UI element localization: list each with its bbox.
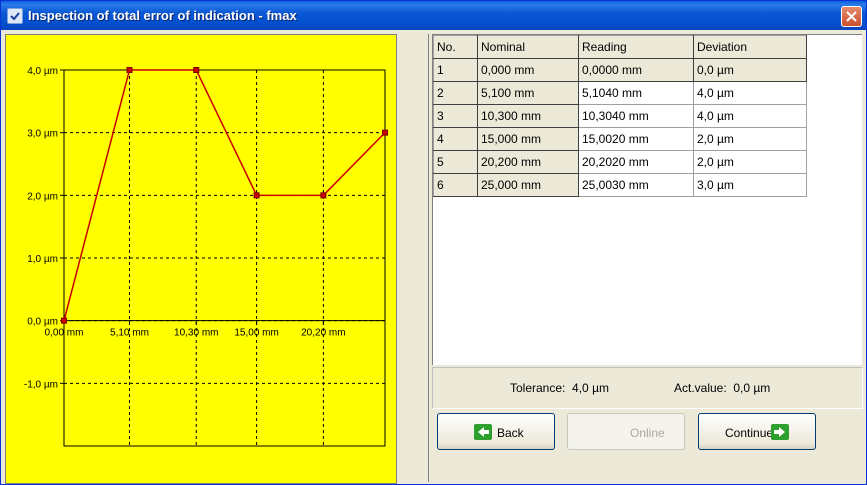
info-panel: Tolerance: 4,0 µm Act.value: 0,0 µm [432,367,863,409]
act-value-text: Act.value: 0,0 µm [674,381,770,395]
green-left-arrow-icon [474,424,492,440]
data-point [253,192,260,199]
back-button[interactable]: Back [437,413,555,450]
table-row[interactable]: 1 0,000 mm 0,0000 mm 0,0 µm [433,58,807,82]
header-no[interactable]: No. [433,35,478,59]
online-label: Online [630,426,665,440]
cell-no: 3 [433,104,478,128]
data-point [193,67,200,73]
x-tick-label: 15,00 mm [234,328,278,339]
online-button: Online [567,413,685,450]
green-right-arrow-icon [771,424,789,440]
title-bar[interactable]: Inspection of total error of indication … [1,1,866,30]
y-tick-label: 0,0 µm [27,317,58,328]
data-point [320,192,327,199]
cell-no: 2 [433,81,478,105]
close-button[interactable] [841,6,862,27]
table-row[interactable]: 3 10,300 mm 10,3040 mm 4,0 µm [433,104,807,128]
cell-no: 5 [433,150,478,174]
x-tick-label: 0,00 mm [45,328,84,339]
cell-reading[interactable]: 10,3040 mm [578,104,694,128]
x-tick-label: 20,20 mm [301,328,345,339]
header-nominal[interactable]: Nominal [477,35,579,59]
continue-label: Continue [725,426,774,440]
y-tick-label: 4,0 µm [27,66,58,77]
continue-button[interactable]: Continue [698,413,816,450]
cell-deviation[interactable]: 2,0 µm [693,127,807,151]
splitter[interactable] [397,34,427,482]
act-value: 0,0 µm [733,381,771,395]
cell-deviation[interactable]: 4,0 µm [693,104,807,128]
measurement-grid[interactable]: No. Nominal Reading Deviation 1 0,000 mm… [432,34,862,365]
cell-no: 1 [433,58,478,82]
y-tick-label: 3,0 µm [27,129,58,140]
table-row[interactable]: 6 25,000 mm 25,0030 mm 3,0 µm [433,173,807,197]
cell-reading[interactable]: 25,0030 mm [578,173,694,197]
cell-no: 4 [433,127,478,151]
y-tick-label: -1,0 µm [24,379,58,390]
cell-reading[interactable]: 20,2020 mm [578,150,694,174]
tolerance-value: 4,0 µm [572,381,609,395]
back-label: Back [497,426,524,440]
cell-reading[interactable]: 15,0020 mm [578,127,694,151]
cell-nominal: 5,100 mm [477,81,579,105]
cell-deviation: 0,0 µm [693,58,807,82]
data-point [126,67,133,73]
table-header-row: No. Nominal Reading Deviation [433,35,807,59]
cell-reading: 0,0000 mm [578,58,694,82]
cell-nominal: 0,000 mm [477,58,579,82]
app-icon [7,8,23,24]
window-title: Inspection of total error of indication … [28,8,297,23]
x-tick-label: 5,10 mm [110,328,149,339]
cell-deviation[interactable]: 3,0 µm [693,173,807,197]
header-reading[interactable]: Reading [578,35,694,59]
data-point [382,129,388,136]
deviation-chart: 4,0 µm 3,0 µm 2,0 µm 1,0 µm 0,0 µm -1,0 µm 0,0… [24,66,388,447]
cell-nominal: 20,200 mm [477,150,579,174]
table-row[interactable]: 5 20,200 mm 20,2020 mm 2,0 µm [433,150,807,174]
chart-panel: 4,0 µm 3,0 µm 2,0 µm 1,0 µm 0,0 µm -1,0 µm 0,0… [5,34,397,484]
cell-deviation[interactable]: 2,0 µm [693,150,807,174]
table-row[interactable]: 4 15,000 mm 15,0020 mm 2,0 µm [433,127,807,151]
cell-no: 6 [433,173,478,197]
tolerance-text: Tolerance: 4,0 µm [510,381,609,395]
x-tick-label: 10,30 mm [174,328,218,339]
cell-nominal: 10,300 mm [477,104,579,128]
results-table: No. Nominal Reading Deviation 1 0,000 mm… [433,35,807,197]
cell-reading[interactable]: 5,1040 mm [578,81,694,105]
dialog-window: Inspection of total error of indication … [0,0,867,485]
divider [428,34,429,482]
cell-deviation[interactable]: 4,0 µm [693,81,807,105]
table-row[interactable]: 2 5,100 mm 5,1040 mm 4,0 µm [433,81,807,105]
header-deviation[interactable]: Deviation [693,35,807,59]
data-point [61,317,67,324]
tolerance-label: Tolerance: [510,381,566,395]
close-icon [846,11,857,22]
y-tick-label: 2,0 µm [27,191,58,202]
cell-nominal: 25,000 mm [477,173,579,197]
y-tick-label: 1,0 µm [27,254,58,265]
act-value-label: Act.value: [674,381,727,395]
cell-nominal: 15,000 mm [477,127,579,151]
